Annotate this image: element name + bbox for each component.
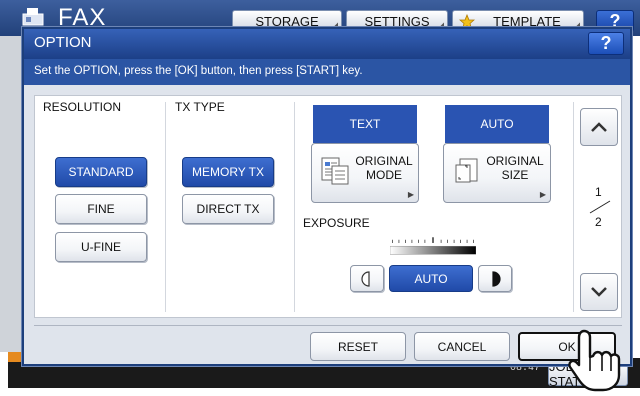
exposure-lighter-icon xyxy=(361,270,370,287)
fax-machine-icon xyxy=(22,8,44,26)
direct-tx-button[interactable]: DIRECT TX xyxy=(182,194,274,224)
exposure-label: EXPOSURE xyxy=(303,216,370,230)
page-separator xyxy=(589,200,611,214)
original-size-value: AUTO xyxy=(445,105,549,143)
resolution-standard-button[interactable]: STANDARD xyxy=(55,157,147,187)
page-up-button[interactable] xyxy=(580,108,618,146)
exposure-darker-button[interactable] xyxy=(478,265,512,292)
original-size-line2: SIZE xyxy=(501,168,529,182)
help-button[interactable]: ? xyxy=(588,32,624,55)
options-panel: RESOLUTION STANDARD FINE U-FINE TX TYPE … xyxy=(34,95,622,318)
resolution-label: RESOLUTION xyxy=(43,100,122,114)
exposure-darker-icon xyxy=(492,270,501,287)
original-size-line1: ORIGINAL xyxy=(486,154,544,168)
exposure-lighter-button[interactable] xyxy=(350,265,384,292)
cancel-button[interactable]: CANCEL xyxy=(414,332,510,361)
footer-divider xyxy=(34,325,622,326)
original-mode-line1: ORIGINAL xyxy=(355,154,413,168)
original-mode-button[interactable]: ORIGINAL MODE ▶ xyxy=(311,143,419,203)
original-size-button[interactable]: ORIGINAL SIZE ▶ xyxy=(443,143,551,203)
tx-type-label: TX TYPE xyxy=(175,100,225,114)
original-mode-value: TEXT xyxy=(313,105,417,143)
dialog-title: OPTION xyxy=(34,34,92,51)
instruction-text: Set the OPTION, press the [OK] button, t… xyxy=(34,65,363,77)
hand-pointer-icon xyxy=(568,329,621,392)
page-down-button[interactable] xyxy=(580,273,618,311)
instruction-bar: Set the OPTION, press the [OK] button, t… xyxy=(24,59,630,85)
original-mode-line2: MODE xyxy=(366,168,402,182)
resolution-fine-button[interactable]: FINE xyxy=(55,194,147,224)
background-left-strip xyxy=(0,36,22,366)
chevron-down-icon xyxy=(591,287,607,297)
exposure-scale xyxy=(390,237,476,255)
original-mode-icon xyxy=(321,157,349,185)
option-dialog: OPTION ? Set the OPTION, press the [OK] … xyxy=(22,27,632,366)
memory-tx-button[interactable]: MEMORY TX xyxy=(182,157,274,187)
page-current: 1 xyxy=(595,185,602,199)
chevron-up-icon xyxy=(591,122,607,132)
exposure-auto-button[interactable]: AUTO xyxy=(389,265,473,292)
divider xyxy=(294,102,295,312)
divider xyxy=(165,102,166,312)
page-total: 2 xyxy=(595,215,602,229)
divider xyxy=(573,102,574,312)
resolution-ufine-button[interactable]: U-FINE xyxy=(55,232,147,262)
dialog-header: OPTION ? xyxy=(24,29,630,59)
reset-button[interactable]: RESET xyxy=(310,332,406,361)
original-size-icon xyxy=(455,158,478,183)
